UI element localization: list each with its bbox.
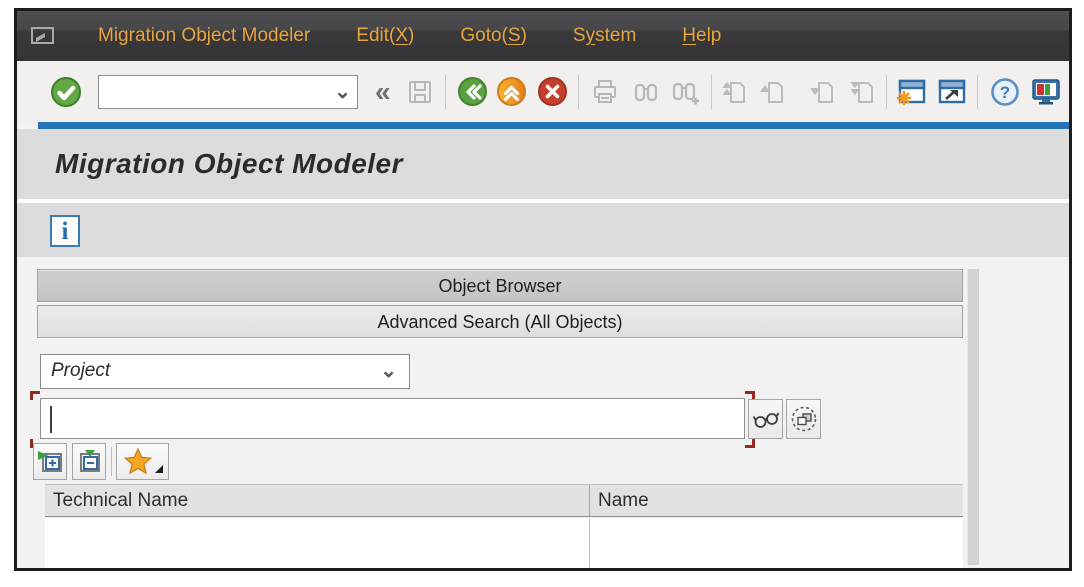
- chevron-down-icon[interactable]: ⌄: [380, 358, 397, 383]
- results-table-body[interactable]: [45, 518, 963, 568]
- selection-bracket: [745, 439, 755, 448]
- column-header-technical-name[interactable]: Technical Name: [45, 485, 590, 516]
- create-shortcut-icon[interactable]: [936, 77, 968, 107]
- button-separator: [111, 447, 112, 476]
- display-search-button[interactable]: [748, 399, 783, 439]
- menu-item-edit[interactable]: Edit(X): [333, 11, 437, 61]
- dropdown-corner-icon: [155, 465, 163, 473]
- find-icon[interactable]: [631, 77, 661, 107]
- menu-label: elp: [696, 25, 721, 47]
- help-glyph: ?: [999, 83, 1009, 102]
- page-title: Migration Object Modeler: [55, 148, 403, 180]
- page-down-icon[interactable]: [808, 78, 836, 106]
- exit-icon[interactable]: [496, 76, 527, 107]
- object-browser-header[interactable]: Object Browser: [37, 269, 963, 302]
- first-page-icon[interactable]: [720, 78, 748, 106]
- menu-label: ): [408, 25, 414, 47]
- toolbar-divider-rule: [38, 122, 1069, 129]
- menu-bar: Migration Object Modeler Edit(X) Goto(S)…: [17, 11, 1069, 61]
- column-header-name[interactable]: Name: [590, 485, 963, 516]
- menu-label-underline: S: [508, 25, 521, 47]
- chevron-down-icon[interactable]: ⌄: [334, 79, 351, 105]
- standard-toolbar: ⌄ «: [17, 61, 1069, 122]
- menu-item-migration-object-modeler[interactable]: Migration Object Modeler: [75, 11, 333, 61]
- menu-item-goto[interactable]: Goto(S): [437, 11, 550, 61]
- gui-settings-icon[interactable]: [1030, 77, 1062, 107]
- expand-all-button[interactable]: [33, 443, 67, 480]
- search-input-wrap: [40, 398, 745, 439]
- help-icon[interactable]: ?: [990, 77, 1020, 107]
- new-session-icon[interactable]: [895, 77, 927, 107]
- print-icon[interactable]: [590, 77, 620, 107]
- menu-label: Edit(: [356, 25, 395, 47]
- menu-label-underline: H: [682, 25, 696, 47]
- results-table-header: Technical Name Name: [45, 484, 963, 517]
- application-toolbar: i: [17, 203, 1069, 257]
- menu-label: ): [521, 25, 527, 47]
- collapse-all-button[interactable]: [72, 443, 106, 480]
- toolbar-separator: [886, 75, 887, 109]
- save-icon[interactable]: [405, 77, 435, 107]
- toolbar-separator: [445, 75, 446, 109]
- back-icon[interactable]: [457, 76, 488, 107]
- find-next-icon[interactable]: [670, 77, 700, 107]
- menu-label: stem: [595, 25, 636, 47]
- info-icon[interactable]: i: [50, 215, 80, 247]
- search-scope-dropdown[interactable]: Project ⌄: [40, 354, 410, 389]
- menu-label: Goto(: [460, 25, 508, 47]
- menu-label: Migration Object Modeler: [98, 25, 310, 47]
- sap-gui-window: Migration Object Modeler Edit(X) Goto(S)…: [14, 8, 1072, 571]
- main-content: Object Browser Advanced Search (All Obje…: [17, 257, 1069, 568]
- title-band: Migration Object Modeler: [17, 129, 1069, 199]
- menu-label: S: [573, 25, 586, 47]
- enter-check-icon[interactable]: [50, 76, 82, 108]
- toolbar-separator: [977, 75, 978, 109]
- table-column-name: [590, 518, 963, 568]
- menu-item-help[interactable]: Help: [659, 11, 744, 61]
- table-column-technical-name: [45, 518, 590, 568]
- menu-item-system[interactable]: System: [550, 11, 659, 61]
- menu-label-underline: y: [586, 25, 596, 47]
- advanced-search-header[interactable]: Advanced Search (All Objects): [37, 305, 963, 338]
- panel-splitter[interactable]: [967, 269, 979, 565]
- search-scope-value: Project: [51, 360, 110, 382]
- cancel-icon[interactable]: [537, 76, 568, 107]
- open-in-new-window-button[interactable]: [786, 399, 821, 439]
- command-field[interactable]: ⌄: [98, 75, 358, 109]
- last-page-icon[interactable]: [848, 78, 876, 106]
- toolbar-separator: [578, 75, 579, 109]
- command-input[interactable]: [101, 78, 321, 106]
- toolbar-separator: [711, 75, 712, 109]
- sap-window-icon[interactable]: [30, 25, 57, 47]
- favorites-button[interactable]: [116, 443, 169, 480]
- page-up-icon[interactable]: [758, 78, 786, 106]
- selection-bracket: [30, 391, 40, 400]
- menu-label-underline: X: [395, 25, 408, 47]
- collapse-toolbar-icon[interactable]: «: [375, 77, 391, 107]
- search-input[interactable]: [51, 403, 731, 434]
